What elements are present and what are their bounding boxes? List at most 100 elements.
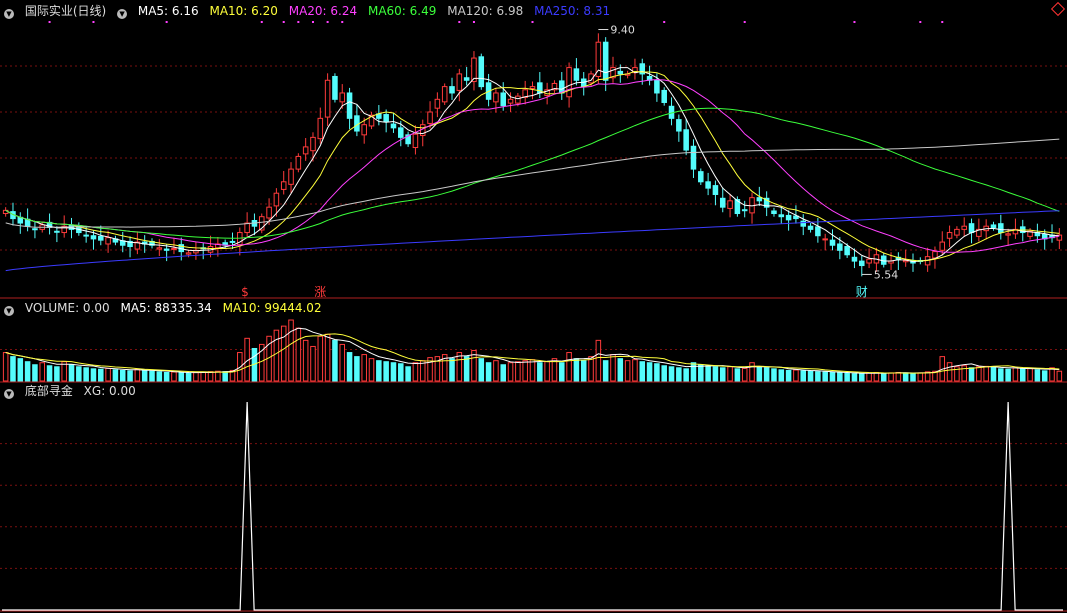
candle-body[interactable] [310,136,316,152]
volume-bar[interactable] [376,360,382,382]
volume-bar[interactable] [280,325,287,382]
volume-bar[interactable] [998,368,1004,382]
volume-bar[interactable] [207,371,214,382]
candle-body[interactable] [741,209,748,212]
volume-bar[interactable] [602,360,609,382]
candle-body[interactable] [185,252,192,255]
volume-bar[interactable] [595,339,602,382]
volume-bar[interactable] [463,356,470,382]
volume-bar[interactable] [83,367,89,382]
volume-bar[interactable] [1056,370,1063,382]
candle-body[interactable] [837,243,843,251]
candle-body[interactable] [939,241,946,251]
volume-bar[interactable] [68,364,75,382]
collapse-icon[interactable]: ▼ [4,9,14,19]
volume-bar[interactable] [412,362,419,382]
candle-body[interactable] [98,235,104,241]
candle-body[interactable] [778,214,785,218]
volume-bar[interactable] [946,362,953,382]
candle-body[interactable] [54,230,60,233]
candle-body[interactable] [851,256,858,262]
volume-bar[interactable] [76,366,82,382]
candle-body[interactable] [163,248,170,251]
volume-bar[interactable] [1012,367,1019,382]
volume-bar[interactable] [90,368,97,382]
volume-bar[interactable] [288,319,294,382]
candle-body[interactable] [998,223,1004,234]
volume-bar[interactable] [1027,367,1033,382]
candle-body[interactable] [829,239,836,246]
candle-body[interactable] [441,86,448,103]
volume-bar[interactable] [793,369,799,382]
volume-bar[interactable] [683,368,689,382]
candle-body[interactable] [683,129,689,151]
candle-body[interactable] [961,225,967,230]
candle-body[interactable] [463,77,470,81]
volume-bar[interactable] [178,372,185,382]
volume-bar[interactable] [895,371,902,382]
volume-bar[interactable] [990,366,997,382]
candle-body[interactable] [515,95,521,104]
volume-bar[interactable] [668,366,675,382]
volume-bar[interactable] [127,370,133,382]
candle-body[interactable] [785,214,792,221]
volume-bar[interactable] [1034,369,1041,382]
volume-bar[interactable] [822,371,828,382]
volume-bar[interactable] [844,372,850,382]
volume-bar[interactable] [273,329,280,382]
candle-body[interactable] [383,114,389,123]
candle-body[interactable] [32,228,38,231]
volume-bar[interactable] [193,371,199,382]
candle-body[interactable] [302,146,309,155]
volume-bar[interactable] [200,371,206,382]
volume-bar[interactable] [712,366,719,382]
volume-bar[interactable] [156,371,163,382]
candle-body[interactable] [412,133,419,149]
volume-bar[interactable] [478,358,485,382]
candle-body[interactable] [602,41,609,81]
candle-body[interactable] [288,168,294,185]
volume-collapse-icon[interactable]: ▼ [4,306,14,316]
volume-bar[interactable] [727,366,733,382]
volume-bar[interactable] [968,367,975,382]
volume-bar[interactable] [149,370,155,382]
candle-body[interactable] [654,79,660,94]
volume-bar[interactable] [778,369,785,382]
volume-bar[interactable] [354,356,360,382]
volume-bar[interactable] [646,362,653,382]
candle-body[interactable] [449,86,455,94]
volume-bar[interactable] [332,339,338,382]
settings-dropdown-icon[interactable]: ▼ [117,9,128,19]
volume-bar[interactable] [215,370,221,382]
candle-body[interactable] [946,232,953,239]
signal-marker[interactable]: $ [241,285,249,299]
volume-bar[interactable] [361,354,367,382]
candle-body[interactable] [280,181,287,190]
volume-bar[interactable] [734,368,741,382]
candle-body[interactable] [573,68,580,81]
volume-bar[interactable] [756,366,763,382]
volume-bar[interactable] [800,370,807,382]
volume-bar[interactable] [383,361,389,382]
candle-body[interactable] [566,67,572,98]
candle-body[interactable] [771,210,777,215]
candle-body[interactable] [1005,233,1011,236]
volume-bar[interactable] [171,371,177,382]
volume-bar[interactable] [537,362,543,382]
volume-bar[interactable] [690,362,697,382]
candle-body[interactable] [698,171,704,183]
volume-bar[interactable] [902,372,909,382]
candle-body[interactable] [266,206,272,219]
volume-bar[interactable] [983,365,989,382]
volume-bar[interactable] [507,362,514,382]
volume-bar[interactable] [98,368,104,382]
volume-bar[interactable] [493,360,499,382]
candle-body[interactable] [507,98,514,104]
volume-bar[interactable] [815,371,821,382]
volume-bar[interactable] [54,366,60,382]
volume-bar[interactable] [639,361,646,382]
volume-bar[interactable] [485,362,492,382]
candle-body[interactable] [273,192,280,207]
volume-bar[interactable] [749,362,755,382]
signal-marker[interactable]: 财 [856,285,868,299]
